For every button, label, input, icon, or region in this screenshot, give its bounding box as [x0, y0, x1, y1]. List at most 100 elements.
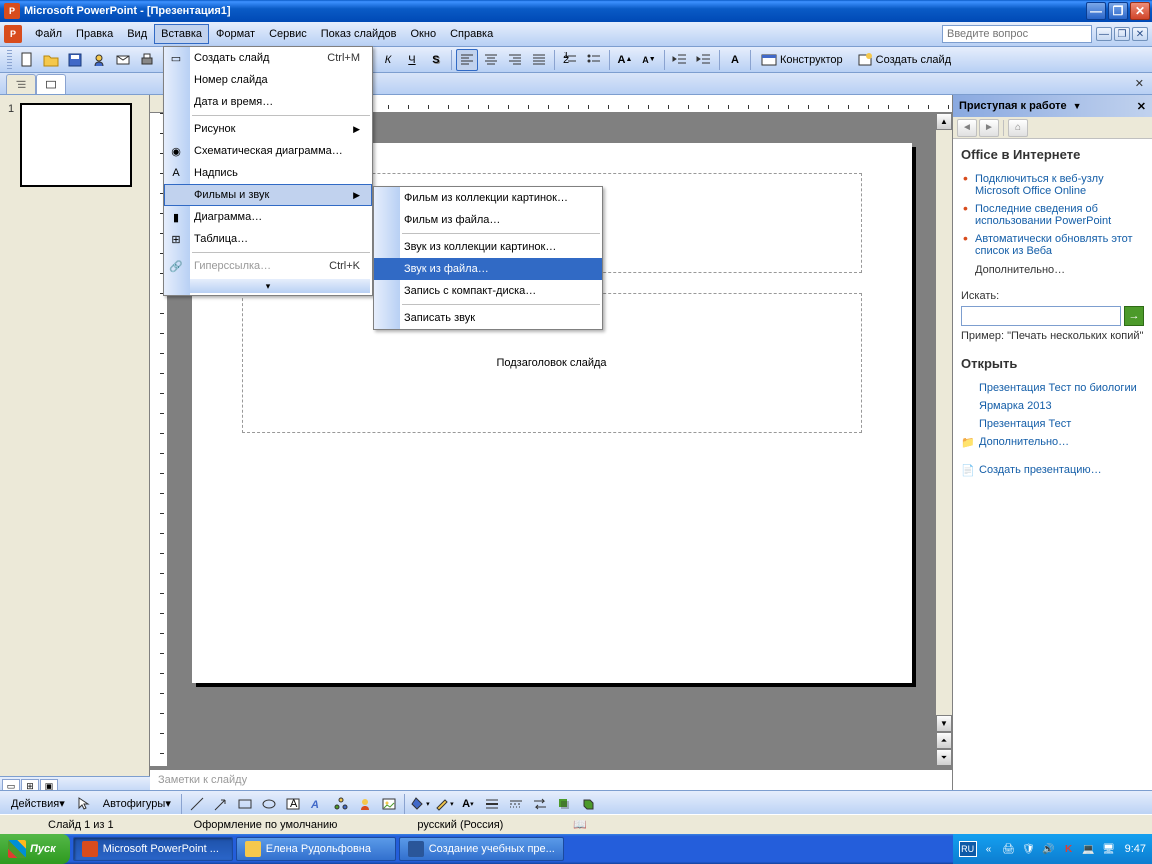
link-more[interactable]: Дополнительно…: [961, 264, 1144, 276]
menu-item-sound-file[interactable]: Звук из файла…: [374, 258, 602, 280]
align-center-button[interactable]: [480, 49, 502, 71]
underline-button[interactable]: Ч: [401, 49, 423, 71]
taskpane-close-button[interactable]: ✕: [1137, 100, 1146, 113]
line-button[interactable]: [186, 793, 208, 815]
autoshapes-button[interactable]: Автофигуры ▾: [97, 793, 177, 815]
taskpane-search-go-button[interactable]: →: [1124, 306, 1144, 326]
dash-style-button[interactable]: [505, 793, 527, 815]
align-right-button[interactable]: [504, 49, 526, 71]
minimize-button[interactable]: —: [1086, 2, 1106, 20]
tray-chevron-icon[interactable]: «: [981, 841, 997, 857]
menu-item-textbox[interactable]: A Надпись: [164, 162, 372, 184]
rectangle-button[interactable]: [234, 793, 256, 815]
shadow-style-button[interactable]: [553, 793, 575, 815]
menu-format[interactable]: Формат: [209, 24, 262, 44]
shadow-button[interactable]: S: [425, 49, 447, 71]
doc-close-button[interactable]: ✕: [1132, 27, 1148, 41]
link-auto-update[interactable]: Автоматически обновлять этот список из В…: [961, 230, 1144, 260]
scroll-up-button[interactable]: ▲: [936, 113, 952, 130]
oval-button[interactable]: [258, 793, 280, 815]
bullets-button[interactable]: [583, 49, 605, 71]
slides-tab[interactable]: [36, 74, 66, 94]
menu-window[interactable]: Окно: [404, 24, 444, 44]
doc-restore-button[interactable]: ❐: [1114, 27, 1130, 41]
menu-expand-button[interactable]: ▾: [166, 279, 370, 293]
taskbar-word-button[interactable]: Создание учебных пре...: [399, 837, 564, 861]
vertical-scrollbar[interactable]: ▲ ▼ ⏶ ⏷: [935, 113, 952, 766]
insert-clipart-button[interactable]: [354, 793, 376, 815]
scroll-down-button[interactable]: ▼: [936, 715, 952, 732]
distributed-button[interactable]: [528, 49, 550, 71]
insert-picture-button[interactable]: [378, 793, 400, 815]
menu-help[interactable]: Справка: [443, 24, 500, 44]
menu-item-movie-file[interactable]: Фильм из файла…: [374, 209, 602, 231]
doc-minimize-button[interactable]: —: [1096, 27, 1112, 41]
document-icon[interactable]: P: [4, 25, 22, 43]
tray-shield-icon[interactable]: 🛡: [1021, 841, 1037, 857]
clock[interactable]: 9:47: [1121, 843, 1146, 855]
ask-question-input[interactable]: [942, 25, 1092, 43]
status-spellcheck-icon[interactable]: 📖: [573, 818, 587, 831]
close-button[interactable]: ✕: [1130, 2, 1150, 20]
menu-edit[interactable]: Правка: [69, 24, 120, 44]
font-color-button[interactable]: A: [724, 49, 746, 71]
tray-display-icon[interactable]: 🖥: [1101, 841, 1117, 857]
tab-close-button[interactable]: ✕: [1127, 73, 1152, 94]
arrow-button[interactable]: [210, 793, 232, 815]
menu-item-record-sound[interactable]: Записать звук: [374, 307, 602, 329]
arrow-style-button[interactable]: [529, 793, 551, 815]
font-color-draw-button[interactable]: A▾: [457, 793, 479, 815]
draw-actions-button[interactable]: Действия ▾: [5, 793, 71, 815]
open-more[interactable]: Дополнительно…: [961, 433, 1144, 451]
create-presentation-link[interactable]: Создать презентацию…: [961, 461, 1144, 479]
menu-item-movies-sound[interactable]: Фильмы и звук▶: [164, 184, 372, 206]
numbering-button[interactable]: 12: [559, 49, 581, 71]
menu-item-schematic-diagram[interactable]: ◉ Схематическая диаграмма…: [164, 140, 372, 162]
menu-insert[interactable]: Вставка: [154, 24, 209, 44]
permission-button[interactable]: [88, 49, 110, 71]
next-slide-button[interactable]: ⏷: [936, 749, 952, 766]
taskbar-folder-button[interactable]: Елена Рудольфовна: [236, 837, 396, 861]
italic-button[interactable]: К: [377, 49, 399, 71]
new-slide-button[interactable]: Создать слайд: [851, 49, 957, 71]
increase-font-button[interactable]: A▲: [614, 49, 636, 71]
select-objects-button[interactable]: [73, 793, 95, 815]
tray-volume-icon[interactable]: 🔊: [1041, 841, 1057, 857]
wordart-button[interactable]: A: [306, 793, 328, 815]
tray-network-icon[interactable]: 💻: [1081, 841, 1097, 857]
taskpane-home-button[interactable]: ⌂: [1008, 119, 1028, 137]
menu-item-date-time[interactable]: Дата и время…: [164, 91, 372, 113]
menu-file[interactable]: Файл: [28, 24, 69, 44]
3d-style-button[interactable]: [577, 793, 599, 815]
align-left-button[interactable]: [456, 49, 478, 71]
menu-item-new-slide[interactable]: ▭ Создать слайдCtrl+M: [164, 47, 372, 69]
restore-button[interactable]: ❐: [1108, 2, 1128, 20]
recent-file-3[interactable]: Презентация Тест: [961, 415, 1144, 433]
menu-item-chart[interactable]: ▮ Диаграмма…: [164, 206, 372, 228]
prev-slide-button[interactable]: ⏶: [936, 732, 952, 749]
taskpane-search-input[interactable]: [961, 306, 1121, 326]
menu-slideshow[interactable]: Показ слайдов: [314, 24, 404, 44]
menu-item-sound-cliporg[interactable]: Звук из коллекции картинок…: [374, 236, 602, 258]
recent-file-1[interactable]: Презентация Тест по биологии: [961, 379, 1144, 397]
slide-design-button[interactable]: Конструктор: [755, 49, 849, 71]
menu-item-movie-cliporg[interactable]: Фильм из коллекции картинок…: [374, 187, 602, 209]
taskpane-back-button[interactable]: ◄: [957, 119, 977, 137]
print-button[interactable]: [136, 49, 158, 71]
increase-indent-button[interactable]: [693, 49, 715, 71]
menu-item-slide-number[interactable]: Номер слайда: [164, 69, 372, 91]
taskpane-forward-button[interactable]: ►: [979, 119, 999, 137]
insert-diagram-button[interactable]: [330, 793, 352, 815]
tray-printer-icon[interactable]: 🖨: [1001, 841, 1017, 857]
outline-tab[interactable]: [6, 74, 36, 94]
new-doc-button[interactable]: [16, 49, 38, 71]
taskbar-powerpoint-button[interactable]: Microsoft PowerPoint ...: [73, 837, 233, 861]
email-button[interactable]: [112, 49, 134, 71]
menu-tools[interactable]: Сервис: [262, 24, 314, 44]
menu-item-picture[interactable]: Рисунок▶: [164, 118, 372, 140]
start-button[interactable]: Пуск: [0, 834, 70, 864]
fill-color-button[interactable]: ▾: [409, 793, 431, 815]
save-button[interactable]: [64, 49, 86, 71]
link-office-online[interactable]: Подключиться к веб-узлу Microsoft Office…: [961, 170, 1144, 200]
menu-item-cd-audio[interactable]: Запись с компакт-диска…: [374, 280, 602, 302]
